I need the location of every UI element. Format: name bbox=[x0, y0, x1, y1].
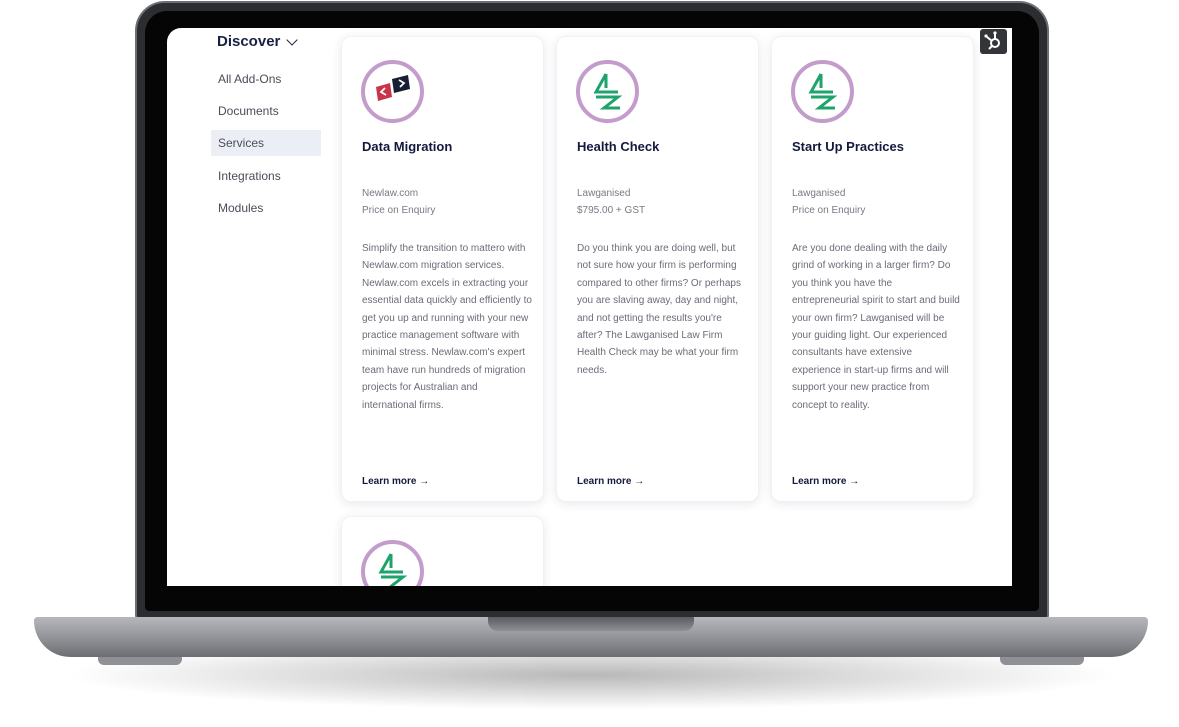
card-title: Health Check bbox=[577, 139, 660, 154]
sidebar-item-modules[interactable]: Modules bbox=[211, 195, 321, 221]
lawganised-logo-icon bbox=[576, 60, 639, 123]
card-price: Price on Enquiry bbox=[362, 205, 436, 216]
learn-more-link[interactable]: Learn more → bbox=[577, 476, 644, 487]
sidebar-item-documents[interactable]: Documents bbox=[211, 98, 321, 124]
app-screen: Discover All Add-Ons Documents Services … bbox=[167, 28, 1012, 586]
card-title: Start Up Practices bbox=[792, 139, 904, 154]
sidebar-item-services[interactable]: Services bbox=[211, 130, 321, 156]
card-vendor: Newlaw.com bbox=[362, 188, 419, 199]
sidebar-item-all-add-ons[interactable]: All Add-Ons bbox=[211, 66, 321, 92]
card-start-up-practices[interactable]: Start Up Practices Lawganised Price on E… bbox=[771, 36, 974, 502]
chevron-down-icon bbox=[286, 33, 299, 46]
card-vendor: Lawganised bbox=[577, 188, 631, 199]
card-price: $795.00 + GST bbox=[577, 205, 646, 216]
card-description: Simplify the transition to mattero with … bbox=[362, 243, 532, 411]
card-price: Price on Enquiry bbox=[792, 205, 866, 216]
lawganised-logo-icon bbox=[361, 540, 424, 586]
card-health-check[interactable]: Health Check Lawganised $795.00 + GST Do… bbox=[556, 36, 759, 502]
card-vendor: Lawganised bbox=[792, 188, 846, 199]
card-title: Data Migration bbox=[362, 139, 453, 154]
lawganised-logo-icon bbox=[791, 60, 854, 123]
code-arrows-icon bbox=[361, 60, 424, 123]
hubspot-sprocket-icon[interactable] bbox=[980, 29, 1007, 54]
card-description: Are you done dealing with the daily grin… bbox=[792, 243, 960, 411]
card-partial[interactable] bbox=[341, 516, 544, 586]
laptop-foot-right bbox=[1000, 657, 1084, 665]
learn-more-link[interactable]: Learn more → bbox=[362, 476, 429, 487]
discover-title: Discover bbox=[217, 33, 281, 50]
laptop-foot-left bbox=[98, 657, 182, 665]
laptop-notch bbox=[488, 617, 694, 631]
discover-dropdown[interactable]: Discover bbox=[217, 33, 299, 50]
card-description: Do you think you are doing well, but not… bbox=[577, 243, 741, 376]
card-data-migration[interactable]: Data Migration Newlaw.com Price on Enqui… bbox=[341, 36, 544, 502]
sidebar: Discover All Add-Ons Documents Services … bbox=[167, 28, 337, 586]
sidebar-item-integrations[interactable]: Integrations bbox=[211, 163, 321, 189]
learn-more-link[interactable]: Learn more → bbox=[792, 476, 859, 487]
